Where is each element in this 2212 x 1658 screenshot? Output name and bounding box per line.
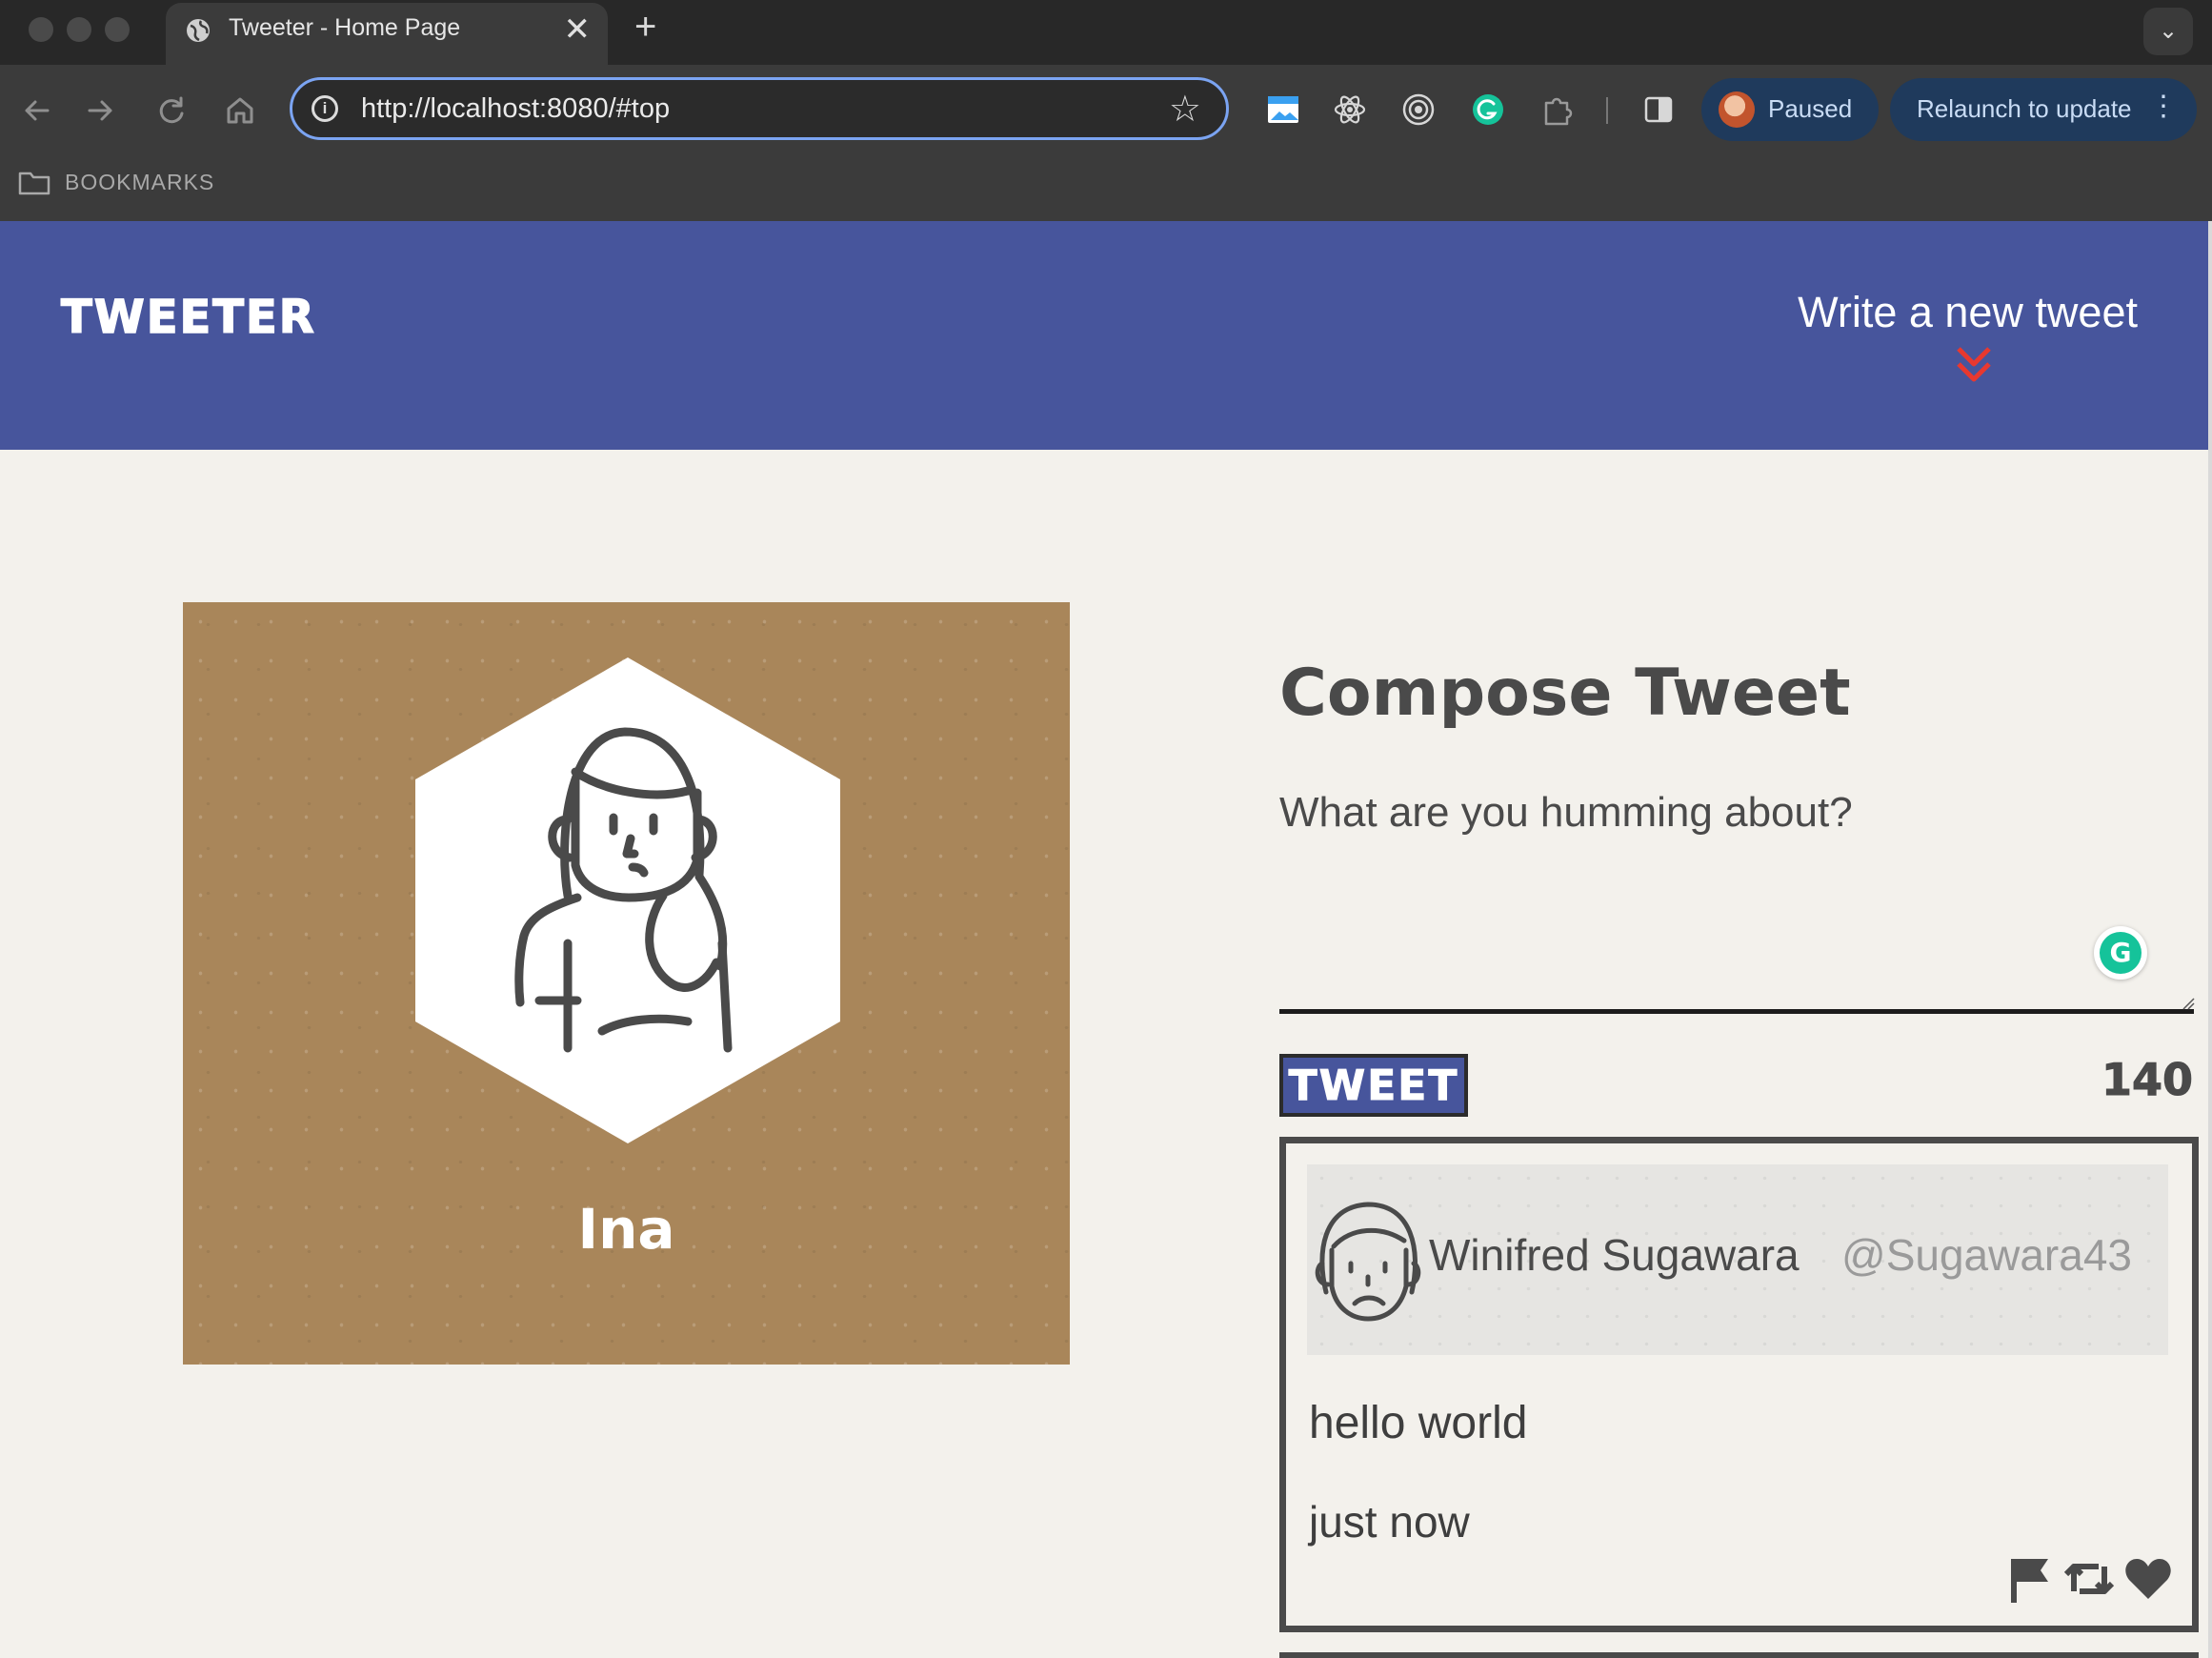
menu-dots-icon[interactable]: ⋮: [2149, 90, 2178, 123]
grammarly-icon[interactable]: G: [2094, 926, 2147, 980]
tab-close-icon[interactable]: ✕: [564, 10, 592, 49]
retweet-icon[interactable]: [2062, 1553, 2116, 1609]
profile-avatar-icon: [415, 657, 840, 1143]
globe-icon: [187, 19, 210, 42]
brand-logo[interactable]: TWEETER: [60, 290, 316, 345]
page-scrollbar[interactable]: [2208, 221, 2212, 1658]
tab-search-button[interactable]: ⌄: [2143, 8, 2193, 55]
browser-tab-strip: Tweeter - Home Page ✕ + ⌄: [0, 0, 2212, 65]
relaunch-update-button[interactable]: Relaunch to update ⋮: [1890, 78, 2197, 141]
react-devtools-icon[interactable]: [1332, 91, 1368, 128]
toolbar-divider: [1606, 97, 1608, 124]
tab-title: Tweeter - Home Page: [229, 14, 461, 41]
window-minimize-dot[interactable]: [67, 17, 91, 42]
app-navbar: TWEETER Write a new tweet: [0, 221, 2208, 450]
compose-title: Compose Tweet: [1279, 656, 1851, 731]
profile-status: Paused: [1768, 94, 1853, 123]
target-extension-icon[interactable]: [1400, 91, 1437, 128]
heart-icon[interactable]: [2123, 1553, 2173, 1609]
window-close-dot[interactable]: [29, 17, 53, 42]
extensions-puzzle-icon[interactable]: [1539, 91, 1576, 128]
grammarly-extension-icon[interactable]: [1470, 91, 1506, 128]
tweet-article: Winifred Sugawara @Sugawara43 hello worl…: [1279, 1137, 2199, 1632]
tweet-avatar-icon: [1315, 1202, 1421, 1322]
extension-window-icon[interactable]: [1265, 91, 1301, 128]
next-tweet-border: [1279, 1652, 2199, 1658]
tweet-author-name: Winifred Sugawara: [1429, 1230, 1800, 1280]
browser-tab-active[interactable]: Tweeter - Home Page ✕: [166, 3, 608, 65]
tweet-submit-button[interactable]: TWEET: [1279, 1054, 1468, 1117]
side-panel-icon[interactable]: [1640, 91, 1677, 128]
home-icon[interactable]: [221, 91, 259, 130]
double-chevron-down-icon[interactable]: [1955, 345, 1993, 385]
flag-icon[interactable]: [2008, 1553, 2054, 1609]
resize-handle-icon[interactable]: [2182, 997, 2195, 1010]
forward-icon[interactable]: [82, 91, 120, 130]
address-bar[interactable]: i http://localhost:8080/#top ☆: [290, 77, 1229, 140]
bookmark-star-icon[interactable]: ☆: [1169, 88, 1201, 131]
write-new-tweet-link[interactable]: Write a new tweet: [1798, 288, 2138, 337]
tweet-timestamp: just now: [1309, 1497, 1470, 1547]
tweet-actions: [2004, 1553, 2173, 1607]
tweet-header: Winifred Sugawara @Sugawara43: [1307, 1164, 2168, 1355]
window-zoom-dot[interactable]: [105, 17, 130, 42]
relaunch-label: Relaunch to update: [1917, 94, 2132, 123]
avatar: [1719, 91, 1755, 128]
new-tab-button[interactable]: +: [634, 6, 656, 49]
profile-name: Ina: [577, 1197, 675, 1262]
tweet-text-input[interactable]: [1279, 789, 2194, 1014]
info-icon[interactable]: i: [312, 95, 338, 122]
character-counter: 140: [2101, 1054, 2193, 1106]
folder-icon: [18, 172, 50, 195]
bookmarks-label: BOOKMARKS: [65, 170, 215, 194]
url-text[interactable]: http://localhost:8080/#top: [361, 93, 670, 125]
tweet-author-handle: @Sugawara43: [1841, 1230, 2132, 1280]
reload-icon[interactable]: [152, 91, 191, 130]
profile-button[interactable]: Paused: [1701, 78, 1879, 141]
user-profile-card: Ina: [183, 602, 1070, 1365]
back-icon[interactable]: [17, 91, 55, 130]
tweet-text: hello world: [1309, 1398, 1528, 1448]
